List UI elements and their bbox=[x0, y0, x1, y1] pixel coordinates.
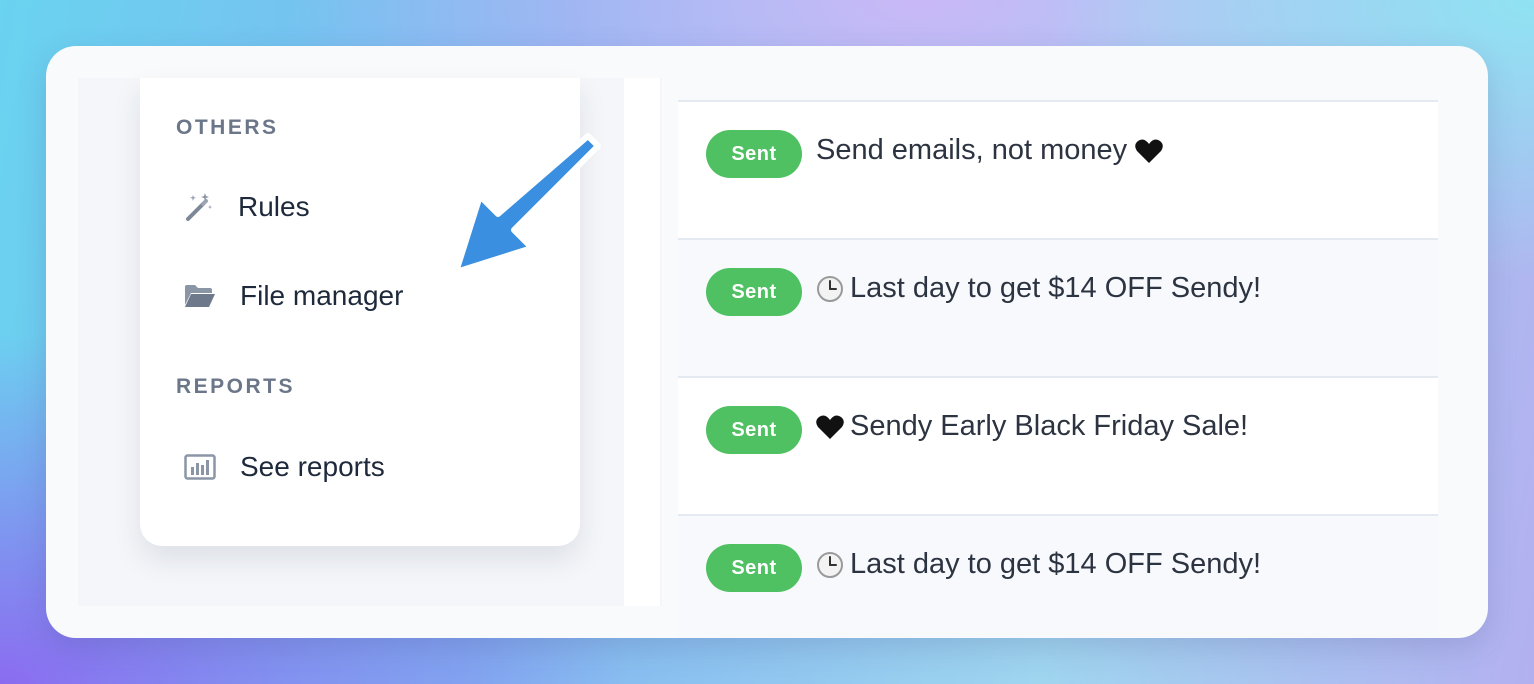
sidebar-item-rules[interactable]: Rules bbox=[184, 182, 544, 232]
sidebar-item-label: See reports bbox=[240, 451, 385, 482]
sidebar-area: OTHERS Rules File manager REPORTS See re… bbox=[78, 78, 662, 606]
campaign-subject-text: Sendy Early Black Friday Sale! bbox=[850, 410, 1249, 442]
status-badge: Sent bbox=[706, 544, 802, 592]
campaign-list: Sent Send emails, not money Sent Last da… bbox=[678, 100, 1438, 638]
list-item[interactable]: Sent Last day to get $14 OFF Sendy! bbox=[678, 514, 1438, 638]
campaign-subject[interactable]: Sendy Early Black Friday Sale! bbox=[816, 410, 1248, 443]
black-heart-icon bbox=[816, 414, 844, 440]
status-badge: Sent bbox=[706, 268, 802, 316]
clock-icon bbox=[816, 551, 844, 579]
status-badge: Sent bbox=[706, 406, 802, 454]
list-item[interactable]: Sent Last day to get $14 OFF Sendy! bbox=[678, 238, 1438, 376]
list-item[interactable]: Sent Sendy Early Black Friday Sale! bbox=[678, 376, 1438, 514]
sidebar-item-label: File manager bbox=[240, 280, 404, 311]
campaign-subject[interactable]: Send emails, not money bbox=[816, 134, 1163, 167]
folder-open-icon bbox=[184, 279, 218, 313]
section-heading-reports: REPORTS bbox=[176, 375, 296, 398]
campaign-subject[interactable]: Last day to get $14 OFF Sendy! bbox=[816, 272, 1261, 305]
campaign-subject-text: Send emails, not money bbox=[816, 134, 1128, 166]
sidebar-item-file-manager[interactable]: File manager bbox=[184, 271, 544, 321]
campaign-subject[interactable]: Last day to get $14 OFF Sendy! bbox=[816, 548, 1261, 581]
sidebar-item-label: Rules bbox=[238, 191, 310, 222]
magic-wand-icon bbox=[184, 190, 218, 224]
status-badge: Sent bbox=[706, 130, 802, 178]
sidebar-item-see-reports[interactable]: See reports bbox=[184, 442, 544, 492]
clock-icon bbox=[816, 275, 844, 303]
bar-chart-icon bbox=[184, 450, 218, 484]
campaign-subject-text: Last day to get $14 OFF Sendy! bbox=[850, 272, 1262, 304]
app-window: OTHERS Rules File manager REPORTS See re… bbox=[46, 46, 1488, 638]
list-item[interactable]: Sent Send emails, not money bbox=[678, 100, 1438, 238]
black-heart-icon bbox=[1135, 138, 1163, 164]
section-heading-others: OTHERS bbox=[176, 116, 279, 139]
panel-divider bbox=[624, 78, 660, 606]
sidebar-menu: OTHERS Rules File manager REPORTS See re… bbox=[140, 78, 580, 546]
campaign-subject-text: Last day to get $14 OFF Sendy! bbox=[850, 548, 1262, 580]
